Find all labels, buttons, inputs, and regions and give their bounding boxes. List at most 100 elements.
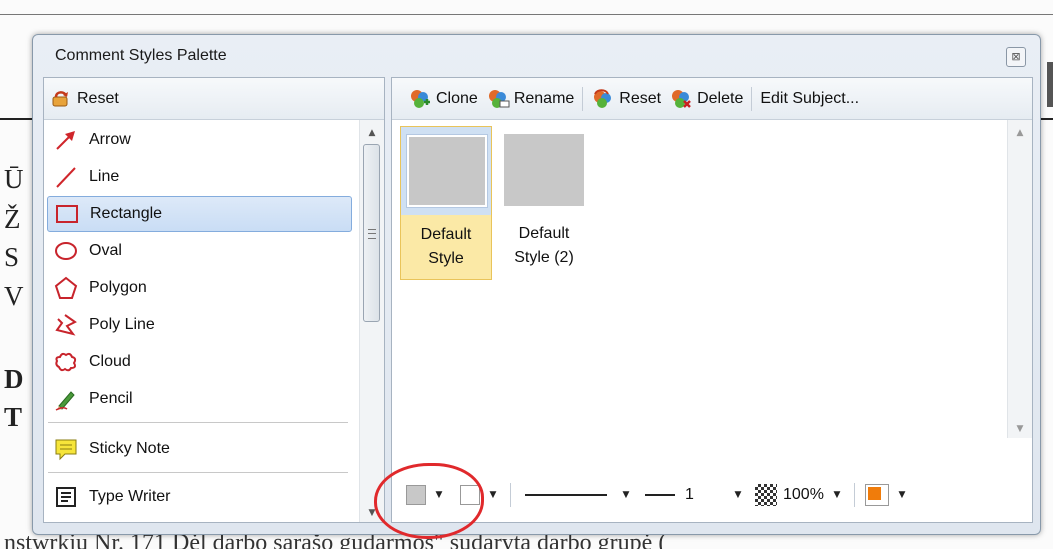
tool-label: Polygon [89, 279, 147, 296]
tool-item-type-writer[interactable]: Type Writer [47, 479, 352, 515]
reset-style-button[interactable]: Reset [587, 84, 665, 114]
style-label-line: Default [420, 226, 472, 243]
tool-separator [48, 422, 348, 423]
document-top-rule [0, 14, 1053, 15]
style-label-line: Style [428, 250, 464, 267]
tool-item-arrow[interactable]: Arrow [47, 122, 352, 158]
chevron-down-icon[interactable]: ▼ [731, 490, 745, 500]
style-preview-swatch [406, 134, 488, 208]
reset-label: Reset [77, 89, 119, 107]
style-item-default-style[interactable]: Default Style [400, 126, 492, 280]
pencil-icon [55, 391, 75, 411]
tool-item-pencil[interactable]: Pencil [47, 381, 352, 417]
polygon-icon [54, 276, 78, 299]
styles-grid: Default Style Default Style (2) [392, 120, 1008, 438]
scroll-down-arrow-icon[interactable]: ▼ [1008, 420, 1032, 438]
close-icon[interactable]: ⊠ [1006, 47, 1026, 67]
line-icon [56, 167, 76, 188]
rename-button[interactable]: Rename [482, 84, 578, 114]
tool-label: Oval [89, 242, 122, 259]
reset-tools-button[interactable]: Reset [44, 84, 125, 114]
styles-pane: Clone Rename Reset Delete Edit Subject..… [391, 77, 1033, 523]
opacity-icon [755, 484, 777, 506]
opacity-value[interactable]: 100% [783, 486, 824, 504]
style-label-line: Style (2) [514, 249, 574, 266]
style-properties-bar: ▼ ▼ ▼ 1 ▼ 100% ▼ ▼ [392, 442, 1032, 522]
rename-label: Rename [513, 89, 575, 107]
scroll-thumb[interactable] [363, 144, 380, 322]
rectangle-icon [56, 205, 78, 223]
tool-label: Cloud [89, 353, 131, 370]
toolbar-separator [853, 483, 855, 507]
chevron-down-icon[interactable]: ▼ [895, 490, 909, 500]
tool-list-pane: Reset Arrow Line Rectangle Oval Polygon … [43, 77, 385, 523]
document-margin-mark [1047, 62, 1053, 107]
rename-icon [488, 89, 510, 108]
clone-label: Clone [436, 89, 478, 107]
document-letter: T [4, 402, 23, 432]
tool-label: Sticky Note [89, 440, 170, 457]
toolbar-separator [751, 86, 753, 111]
tool-item-rectangle[interactable]: Rectangle [47, 196, 352, 232]
tool-item-line[interactable]: Line [47, 159, 352, 195]
delete-button[interactable]: Delete [665, 84, 747, 114]
line-width-preview [645, 494, 675, 496]
tool-label: Pencil [89, 390, 133, 407]
line-style-preview[interactable] [525, 494, 607, 496]
delete-icon [672, 89, 691, 108]
cloud-icon [55, 352, 77, 372]
reset-icon [52, 90, 68, 106]
left-toolbar: Reset [44, 78, 384, 120]
tool-separator [48, 472, 348, 473]
reset-style-icon [594, 88, 612, 108]
document-letter: V [4, 281, 24, 311]
tool-list: Arrow Line Rectangle Oval Polygon Poly L… [44, 120, 356, 522]
tool-item-sticky-note[interactable]: Sticky Note [47, 431, 352, 467]
tool-label: Arrow [89, 131, 131, 148]
color-scheme-icon[interactable] [864, 484, 889, 506]
polyline-icon [55, 314, 77, 336]
document-letter: Ū [4, 164, 24, 194]
toolbar-separator [582, 86, 584, 111]
red-annotation-circle [374, 463, 484, 539]
window-title: Comment Styles Palette [55, 47, 227, 64]
chevron-down-icon[interactable]: ▼ [619, 490, 633, 500]
delete-label: Delete [697, 89, 744, 107]
edit-subject-button[interactable]: Edit Subject... [756, 84, 863, 114]
grip-icon [368, 229, 376, 239]
style-item-default-style-2[interactable]: Default Style (2) [498, 126, 590, 280]
edit-subject-label: Edit Subject... [760, 89, 860, 107]
tool-label: Rectangle [90, 205, 163, 222]
sticky-note-icon [55, 439, 77, 461]
oval-icon [55, 242, 77, 260]
tool-label: Line [89, 168, 120, 185]
tool-label: Poly Line [89, 316, 155, 333]
clone-button[interactable]: Clone [404, 84, 482, 114]
document-letter: S [4, 242, 20, 272]
tool-list-scrollbar[interactable]: ▲ ▼ [359, 120, 384, 522]
scroll-up-arrow-icon[interactable]: ▲ [360, 124, 384, 142]
comment-styles-palette-window: Comment Styles Palette ⊠ Reset Arrow Lin… [32, 34, 1041, 535]
document-letter: Ž [4, 204, 21, 234]
tool-label: Type Writer [89, 488, 171, 505]
chevron-down-icon[interactable]: ▼ [830, 490, 844, 500]
tool-item-cloud[interactable]: Cloud [47, 344, 352, 380]
reset-style-label: Reset [619, 89, 662, 107]
styles-toolbar: Clone Rename Reset Delete Edit Subject..… [392, 78, 1032, 120]
style-label: Default Style (2) [498, 222, 590, 270]
arrow-icon [56, 131, 75, 150]
chevron-down-icon[interactable]: ▼ [486, 490, 500, 500]
document-letter: D [4, 364, 24, 394]
style-preview-swatch [504, 134, 584, 206]
tool-item-poly-line[interactable]: Poly Line [47, 307, 352, 343]
tool-item-oval[interactable]: Oval [47, 233, 352, 269]
typewriter-icon [56, 487, 76, 507]
line-width-input[interactable]: 1 [681, 482, 725, 508]
style-label: Default Style [401, 223, 491, 271]
style-label-line: Default [518, 225, 570, 242]
clone-icon [411, 89, 430, 108]
toolbar-separator [510, 483, 511, 507]
scroll-up-arrow-icon[interactable]: ▲ [1008, 124, 1032, 142]
tool-item-polygon[interactable]: Polygon [47, 270, 352, 306]
styles-scrollbar[interactable]: ▲ ▼ [1007, 120, 1032, 438]
